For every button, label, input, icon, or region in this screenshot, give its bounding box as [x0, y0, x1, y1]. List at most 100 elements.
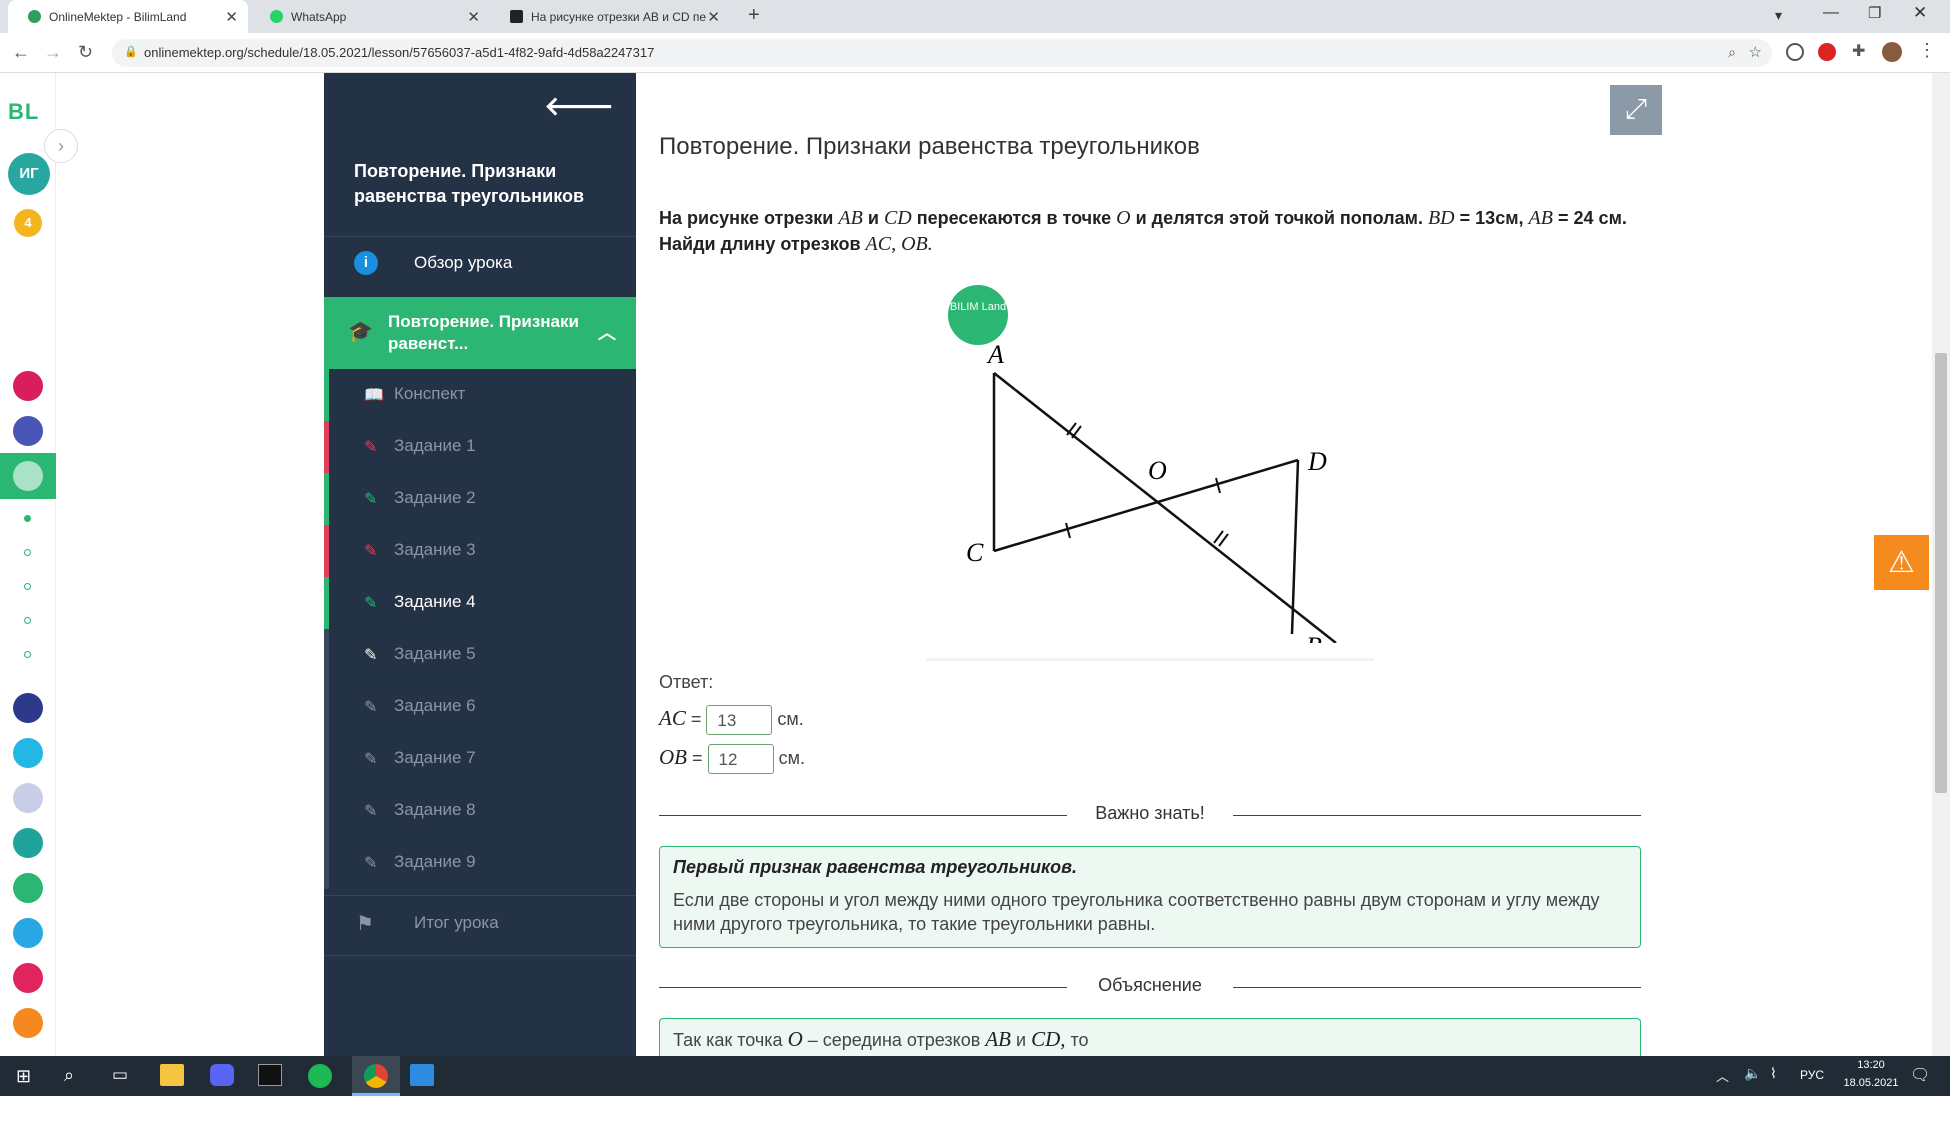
new-tab-icon[interactable]: + [748, 4, 760, 27]
forward-icon[interactable]: → [44, 42, 62, 63]
volume-icon[interactable]: 🔈 [1744, 1065, 1761, 1082]
sidebar-item-konspekt[interactable]: 📖 Конспект [324, 369, 636, 421]
math-o: O [787, 1027, 803, 1051]
bilimland-logo[interactable]: BL [8, 99, 39, 125]
scrollbar-thumb[interactable] [1935, 353, 1947, 793]
tab-search-icon[interactable]: ▾ [1775, 7, 1782, 24]
math-cd: CD, [1031, 1027, 1066, 1051]
rail-bullet-icon[interactable] [24, 515, 31, 522]
geometry-figure: A B C D O [966, 343, 1337, 643]
spotify-icon[interactable] [308, 1064, 332, 1088]
notification-badge[interactable]: 4 [14, 209, 42, 237]
minimize-icon[interactable]: — [1823, 4, 1839, 22]
restore-icon[interactable]: ❐ [1868, 4, 1881, 22]
section-active-item[interactable]: 🎓 Повторение. Признаки равенст... ︿ [324, 297, 636, 369]
task-view-icon[interactable]: ▭ [112, 1065, 128, 1085]
profile-avatar-icon[interactable] [1882, 42, 1902, 62]
tab-whatsapp[interactable]: WhatsApp ✕ [250, 0, 490, 33]
sidebar-item-task-2[interactable]: ✎ Задание 2 [324, 473, 636, 525]
extension-badge-icon[interactable] [1818, 43, 1836, 61]
close-window-icon[interactable]: ✕ [1913, 3, 1927, 23]
summary-item[interactable]: ⚑ Итог урока [324, 897, 636, 949]
epic-games-icon[interactable] [258, 1064, 282, 1086]
ac-answer-input[interactable]: 13 [706, 705, 773, 735]
sidebar-item-task-6[interactable]: ✎ Задание 6 [324, 681, 636, 733]
fullscreen-icon[interactable]: ⤢ [1610, 85, 1662, 135]
ob-answer-input[interactable]: 12 [707, 744, 774, 774]
edit-icon: ✎ [364, 751, 378, 768]
sidebar-item-task-8[interactable]: ✎ Задание 8 [324, 785, 636, 837]
extension-icon[interactable] [1786, 43, 1804, 61]
back-arrow-icon[interactable]: 🡐 [544, 91, 614, 122]
user-avatar[interactable]: ИГ [8, 153, 50, 195]
back-icon[interactable]: ← [12, 42, 30, 63]
explanation-part: – середина отрезков [807, 1030, 981, 1050]
help-icon[interactable] [13, 738, 43, 768]
app-onlinemektep-active[interactable] [0, 453, 56, 499]
zoom-icon[interactable]: ⌕ [1728, 44, 1736, 61]
sidebar-item-task-4[interactable]: ✎ Задание 4 [324, 577, 636, 629]
app-bilim-icon[interactable] [13, 416, 43, 446]
task-text-part: = 13см, [1459, 208, 1524, 228]
bookmark-star-icon[interactable]: ☆ [1749, 43, 1762, 61]
address-input[interactable]: 🔒 onlinemektep.org/schedule/18.05.2021/l… [112, 39, 1772, 67]
explanation-part: и [1015, 1030, 1027, 1050]
menu-kebab-icon[interactable]: ⋮ [1918, 40, 1936, 61]
tab-onlinemektep[interactable]: OnlineMektep - BilimLand ✕ [8, 0, 248, 33]
sidebar-item-task-7[interactable]: ✎ Задание 7 [324, 733, 636, 785]
sidebar-item-task-3[interactable]: ✎ Задание 3 [324, 525, 636, 577]
app-twig-icon[interactable] [13, 963, 43, 993]
windows-start-icon[interactable]: ⊞ [16, 1066, 31, 1087]
explanation-box: Так как точка O – середина отрезков AB и… [659, 1018, 1641, 1056]
point-d-label: D [1307, 447, 1327, 476]
notifications-icon[interactable]: 🗨 [1910, 1065, 1930, 1085]
rail-bullet-icon[interactable] [24, 549, 31, 556]
status-bar [324, 473, 329, 525]
rail-expand-icon[interactable]: › [44, 129, 78, 163]
report-warning-icon[interactable]: ⚠ [1874, 535, 1929, 590]
clock-time[interactable]: 13:20 [1848, 1059, 1894, 1071]
bilimland-badge: BILIM Land [948, 285, 1008, 345]
reload-icon[interactable]: ↻ [78, 42, 93, 63]
sidebar-item-task-5[interactable]: ✎ Задание 5 [324, 629, 636, 681]
app-orange-icon[interactable] [13, 1008, 43, 1038]
math-ac-ob: AC, OB. [865, 233, 933, 255]
file-explorer-icon[interactable] [160, 1064, 184, 1086]
sidebar-item-task-9[interactable]: ✎ Задание 9 [324, 837, 636, 889]
clock-date[interactable]: 18.05.2021 [1840, 1077, 1902, 1089]
sidebar-item-label: Задание 5 [394, 644, 476, 663]
app-test-icon[interactable] [13, 918, 43, 948]
app-bilim-green-icon[interactable] [13, 828, 43, 858]
rail-bullet-icon[interactable] [24, 583, 31, 590]
app-catalog-icon[interactable] [13, 783, 43, 813]
close-tab-icon[interactable]: ✕ [467, 8, 480, 26]
rail-bullet-icon[interactable] [24, 617, 31, 624]
math-o: O [1116, 207, 1131, 229]
sidebar-item-task-1[interactable]: ✎ Задание 1 [324, 421, 636, 473]
rule-title: Первый признак равенства треугольников. [673, 857, 1078, 877]
sidebar-item-label: Задание 7 [394, 748, 476, 767]
puzzle-extensions-icon[interactable]: ✚ [1852, 41, 1865, 61]
divider-line [1233, 815, 1641, 816]
discord-icon[interactable] [210, 1064, 234, 1086]
network-icon[interactable]: ⌇ [1770, 1065, 1777, 1082]
chevron-up-icon[interactable]: ︿ [598, 319, 616, 345]
app-shop-icon[interactable] [13, 371, 43, 401]
page-scrollbar[interactable] [1932, 73, 1950, 1056]
chrome-taskbar-active[interactable] [352, 1056, 400, 1096]
math-ob: OB [659, 744, 687, 769]
app-taskbar-icon[interactable] [410, 1064, 434, 1086]
tab-question[interactable]: На рисунке отрезки AB и CD пе ✕ [490, 0, 730, 33]
search-icon[interactable]: ⌕ [64, 1065, 74, 1086]
app-bilimland-icon[interactable] [13, 873, 43, 903]
rail-bullet-icon[interactable] [24, 651, 31, 658]
answer-label: Ответ: [659, 672, 714, 692]
tray-chevron-icon[interactable]: ︿ [1716, 1066, 1729, 1085]
app-smart-nation-icon[interactable] [13, 693, 43, 723]
close-tab-icon[interactable]: ✕ [707, 8, 720, 26]
sidebar-item-label: Задание 1 [394, 436, 476, 455]
close-tab-icon[interactable]: ✕ [225, 8, 238, 26]
math-bd: BD [1427, 207, 1455, 229]
language-indicator[interactable]: РУС [1800, 1068, 1824, 1082]
overview-item[interactable]: i Обзор урока [324, 237, 636, 289]
